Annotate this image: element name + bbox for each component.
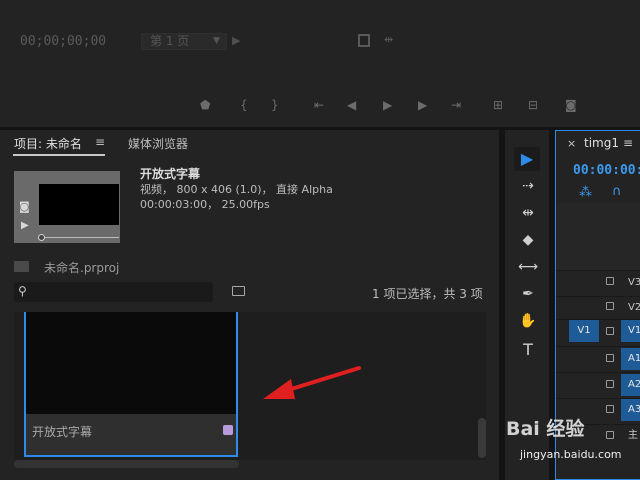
lock-icon[interactable] xyxy=(606,431,614,439)
chevron-down-icon: ▼ xyxy=(213,36,220,46)
marker-icon[interactable]: ⇹ xyxy=(384,33,393,46)
type-tool-icon[interactable]: T xyxy=(517,340,539,359)
slip-tool-icon[interactable]: ⟷ xyxy=(517,259,539,275)
lock-icon[interactable] xyxy=(606,277,614,285)
export-frame-icon[interactable]: ◙ xyxy=(565,98,577,112)
play-icon[interactable]: ▶ xyxy=(21,220,29,231)
arrow-head xyxy=(263,379,295,399)
snap-icon[interactable]: ⁂ xyxy=(579,185,592,200)
lock-icon[interactable] xyxy=(606,380,614,388)
timeline-ruler-area[interactable] xyxy=(556,203,640,271)
selection-tool-icon[interactable]: ▶ xyxy=(514,147,540,171)
camera-icon[interactable]: ◙ xyxy=(19,200,30,213)
tab-sequence[interactable]: timg1 xyxy=(584,136,619,150)
step-back-icon[interactable]: ◀ xyxy=(347,98,356,112)
new-bin-icon[interactable] xyxy=(232,286,245,296)
close-icon[interactable]: × xyxy=(567,137,576,150)
red-arrow-annotation xyxy=(263,366,361,399)
hand-tool-icon[interactable]: ✋ xyxy=(517,313,539,329)
settings-icon[interactable] xyxy=(358,34,370,47)
extract-icon[interactable]: ⊟ xyxy=(528,98,538,112)
watermark-logo: Bai 经验 xyxy=(506,418,585,440)
play-icon[interactable]: ▶ xyxy=(383,98,392,112)
preview-scrubber[interactable] xyxy=(39,237,119,238)
track-name-a2[interactable]: A2 xyxy=(621,374,640,396)
lock-icon[interactable] xyxy=(606,405,614,413)
lock-icon[interactable] xyxy=(606,327,614,335)
go-to-out-icon[interactable]: ⇥ xyxy=(451,98,461,112)
clip-info: 视频， 800 x 406 (1.0)， 直接 Alpha xyxy=(140,183,333,196)
linked-selection-icon[interactable]: ∩ xyxy=(612,184,622,199)
go-to-in-icon[interactable]: ⇤ xyxy=(314,98,324,112)
search-icon: ⚲ xyxy=(18,284,27,298)
pen-tool-icon[interactable]: ✒ xyxy=(517,286,539,302)
ripple-edit-tool-icon[interactable]: ⇹ xyxy=(517,205,539,221)
page-select-value: 第 1 页 xyxy=(150,34,190,48)
horizontal-scrollbar[interactable] xyxy=(14,460,239,468)
watermark-url: jingyan.baidu.com xyxy=(520,448,622,461)
vertical-scrollbar[interactable] xyxy=(478,418,486,458)
step-forward-icon[interactable]: ▶ xyxy=(418,98,427,112)
mark-out-icon[interactable]: } xyxy=(271,98,279,112)
panel-menu-icon[interactable]: ≡ xyxy=(95,135,105,149)
playhead-timecode[interactable]: 00:00:00: xyxy=(573,163,640,178)
track-name-v3[interactable]: V3 xyxy=(621,272,640,294)
scrubber-handle[interactable] xyxy=(38,234,45,241)
track-name-a1[interactable]: A1 xyxy=(621,348,640,370)
clip-name: 开放式字幕 xyxy=(140,167,201,181)
clip-preview-frame xyxy=(39,184,119,225)
search-input[interactable] xyxy=(14,282,213,302)
add-marker-icon[interactable]: ⬟ xyxy=(200,98,210,112)
page-next-icon[interactable]: ▶ xyxy=(232,34,240,47)
folder-icon xyxy=(14,261,29,272)
label-color-badge[interactable] xyxy=(223,425,233,435)
track-name-a3[interactable]: A3 xyxy=(621,399,640,421)
track-name-v2[interactable]: V2 xyxy=(621,297,640,319)
track-name-v1[interactable]: V1 xyxy=(621,320,640,342)
project-file-name: 未命名.prproj xyxy=(44,261,120,275)
track-name-master[interactable]: 主 xyxy=(621,425,640,447)
tab-project[interactable]: 项目: 未命名 xyxy=(14,135,82,152)
clip-tile-label: 开放式字幕 xyxy=(32,425,93,439)
mark-in-icon[interactable]: { xyxy=(240,98,248,112)
active-tab-underline xyxy=(13,154,105,156)
panel-menu-icon[interactable]: ≡ xyxy=(623,136,633,150)
clip-duration: 00:00:03:00， 25.00fps xyxy=(140,198,270,211)
lock-icon[interactable] xyxy=(606,354,614,362)
lock-icon[interactable] xyxy=(606,302,614,310)
monitor-timecode[interactable]: 00;00;00;00 xyxy=(20,34,106,49)
page-select[interactable]: 第 1 页 ▼ xyxy=(141,33,227,50)
arrow-shaft xyxy=(283,366,361,393)
lift-icon[interactable]: ⊞ xyxy=(493,98,503,112)
track-select-tool-icon[interactable]: ⇢ xyxy=(517,178,539,194)
tab-media-browser[interactable]: 媒体浏览器 xyxy=(128,135,188,152)
razor-tool-icon[interactable]: ◆ xyxy=(517,232,539,248)
selection-status: 1 项已选择，共 3 项 xyxy=(372,287,483,301)
source-patch-v1[interactable]: V1 xyxy=(569,320,599,342)
